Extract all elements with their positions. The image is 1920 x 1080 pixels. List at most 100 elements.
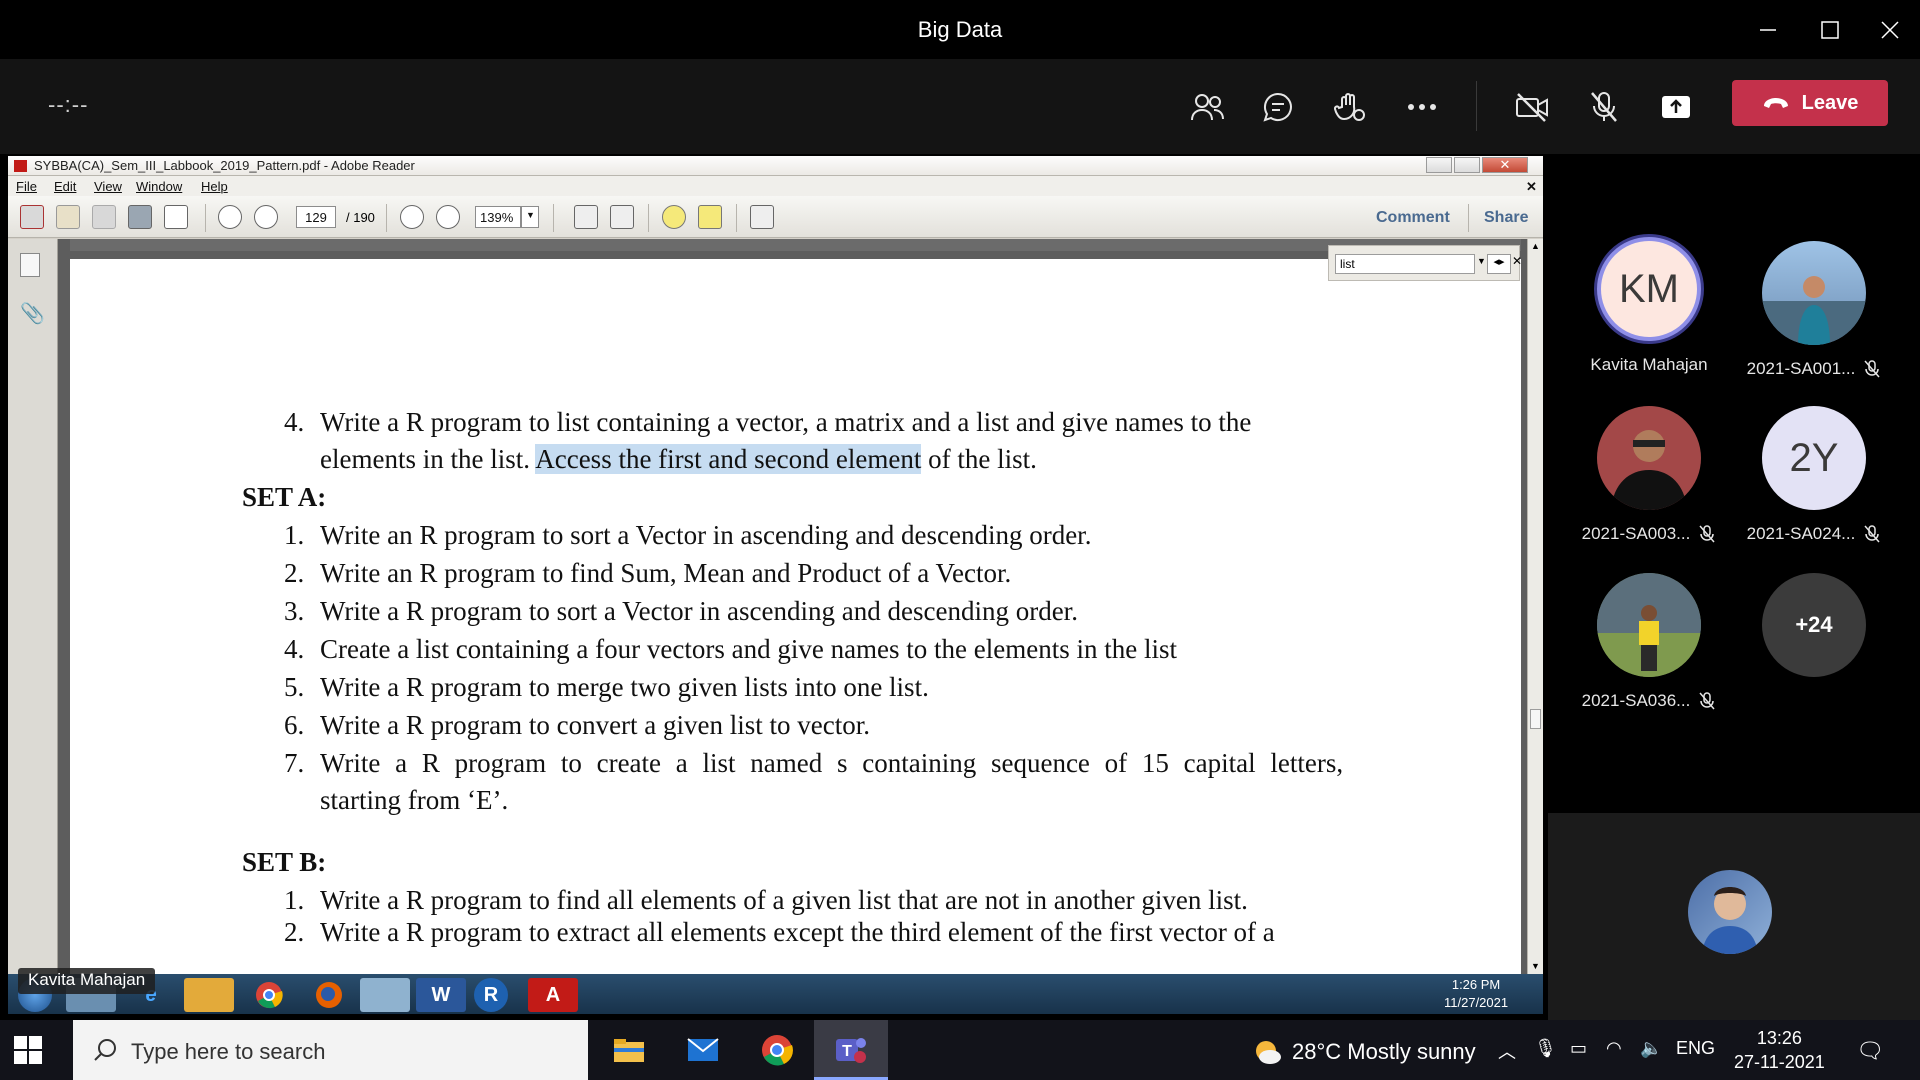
menu-edit[interactable]: Edit xyxy=(54,179,76,194)
scroll-up-icon[interactable]: ▲ xyxy=(1531,241,1540,251)
list-number: 7. xyxy=(284,748,305,778)
notifications-icon[interactable]: 🗨 xyxy=(1856,1038,1884,1064)
doc-close-icon[interactable]: ✕ xyxy=(1526,179,1537,195)
adobe-reader-window: SYBBA(CA)_Sem_III_Labbook_2019_Pattern.p… xyxy=(8,156,1543,974)
wifi-icon[interactable]: ◠ xyxy=(1606,1038,1622,1059)
mic-muted-icon xyxy=(1699,692,1715,710)
show-hidden-icons[interactable]: ︿ xyxy=(1498,1038,1516,1064)
close-icon[interactable] xyxy=(1870,10,1910,50)
participant-tile[interactable]: KM Kavita Mahajan xyxy=(1569,237,1729,375)
highlight-icon[interactable] xyxy=(698,205,722,229)
toolbar-separator xyxy=(648,204,649,232)
list-item: Write a R program to merge two given lis… xyxy=(320,672,929,702)
list-item-continuation: elements in the list. Access the first a… xyxy=(320,444,1037,474)
more-participants-button[interactable]: +24 xyxy=(1734,573,1894,677)
taskbar-clock[interactable]: 13:26 27-11-2021 xyxy=(1734,1026,1825,1074)
menu-window[interactable]: Window xyxy=(136,179,182,194)
section-heading: SET B: xyxy=(242,847,327,877)
share-screen-icon[interactable] xyxy=(1652,83,1700,131)
fit-page-icon[interactable] xyxy=(574,205,598,229)
list-number: 1. xyxy=(284,885,305,915)
chat-icon[interactable] xyxy=(1254,83,1302,131)
zoom-in-icon[interactable] xyxy=(436,205,460,229)
zoom-input[interactable]: 139% xyxy=(475,206,521,228)
file-explorer-icon[interactable] xyxy=(592,1020,666,1080)
list-item: Create a list containing a four vectors … xyxy=(320,634,1177,664)
windows-start-icon[interactable] xyxy=(14,1036,42,1064)
participant-tile[interactable]: 2Y 2021-SA024... xyxy=(1734,406,1894,544)
toolbar-separator xyxy=(205,204,206,232)
fit-width-icon[interactable] xyxy=(610,205,634,229)
remote-notes-icon xyxy=(360,978,410,1012)
more-options-icon[interactable] xyxy=(1398,83,1446,131)
camera-off-icon[interactable] xyxy=(1508,83,1556,131)
menu-view[interactable]: View xyxy=(94,179,122,194)
avatar: KM xyxy=(1597,237,1701,341)
sticky-note-icon[interactable] xyxy=(662,205,686,229)
list-item: Write an R program to find Sum, Mean and… xyxy=(320,558,1012,588)
scroll-down-icon[interactable]: ▼ xyxy=(1531,961,1540,971)
find-dropdown-icon[interactable]: ▼ xyxy=(1477,256,1486,266)
fullscreen-icon[interactable] xyxy=(750,205,774,229)
previous-page-icon[interactable] xyxy=(218,205,242,229)
email-icon[interactable] xyxy=(164,205,188,229)
windows-taskbar: Type here to search T 28°C Mostly sunny … xyxy=(0,1020,1920,1080)
open-icon[interactable] xyxy=(56,205,80,229)
leave-button[interactable]: Leave xyxy=(1732,80,1888,126)
find-prev-next-icon[interactable]: ◂▸ xyxy=(1487,254,1511,274)
weather-text: 28°C Mostly sunny xyxy=(1292,1039,1476,1064)
people-icon[interactable] xyxy=(1183,83,1231,131)
comment-button[interactable]: Comment xyxy=(1376,209,1450,227)
menu-file[interactable]: File xyxy=(16,179,37,194)
next-page-icon[interactable] xyxy=(254,205,278,229)
toolbar-separator xyxy=(386,204,387,232)
zoom-dropdown-icon[interactable]: ▼ xyxy=(521,206,539,228)
reader-close-icon[interactable]: ✕ xyxy=(1482,157,1528,173)
find-input[interactable]: list xyxy=(1335,254,1475,274)
find-close-icon[interactable]: ✕ xyxy=(1512,254,1522,268)
list-item: Write a R program to create a list named… xyxy=(320,748,1344,778)
pages-panel-icon[interactable] xyxy=(20,253,40,277)
volume-icon[interactable]: 🔈 xyxy=(1640,1038,1662,1059)
reader-maximize-icon[interactable] xyxy=(1454,157,1480,173)
mail-icon[interactable] xyxy=(666,1020,740,1080)
participant-tile[interactable]: 2021-SA001... xyxy=(1734,241,1894,379)
raise-hand-icon[interactable] xyxy=(1326,83,1374,131)
taskbar-search-box[interactable]: Type here to search xyxy=(73,1020,588,1080)
reader-menubar: File Edit View Window Help ✕ xyxy=(8,176,1543,196)
menu-help[interactable]: Help xyxy=(201,179,228,194)
vertical-scrollbar[interactable]: ▲ ▼ xyxy=(1527,239,1543,974)
print-icon[interactable] xyxy=(128,205,152,229)
attachments-icon[interactable]: 📎 xyxy=(20,301,45,325)
participant-tile[interactable]: 2021-SA036... xyxy=(1569,573,1729,711)
self-avatar xyxy=(1688,870,1772,954)
save-icon[interactable] xyxy=(92,205,116,229)
create-pdf-icon[interactable] xyxy=(20,205,44,229)
list-number: 4. xyxy=(284,634,305,664)
list-number: 1. xyxy=(284,520,305,550)
reader-titlebar: SYBBA(CA)_Sem_III_Labbook_2019_Pattern.p… xyxy=(8,156,1543,176)
minimize-icon[interactable] xyxy=(1748,10,1788,50)
mic-off-icon[interactable] xyxy=(1580,83,1628,131)
toolbar-divider xyxy=(1476,81,1477,131)
scrollbar-thumb[interactable] xyxy=(1530,709,1541,729)
reader-minimize-icon[interactable] xyxy=(1426,157,1452,173)
remote-r-icon: R xyxy=(474,978,508,1012)
zoom-out-icon[interactable] xyxy=(400,205,424,229)
maximize-icon[interactable] xyxy=(1810,10,1850,50)
microphone-tray-icon[interactable]: 🎙 xyxy=(1534,1038,1557,1059)
teams-icon[interactable]: T xyxy=(814,1020,888,1080)
window-title: Big Data xyxy=(917,17,1003,42)
language-indicator[interactable]: ENG xyxy=(1676,1038,1715,1059)
battery-icon[interactable]: ▭ xyxy=(1570,1038,1587,1059)
list-number: 2. xyxy=(284,917,305,947)
share-button[interactable]: Share xyxy=(1484,209,1528,227)
navigation-pane: 📎 xyxy=(8,239,58,974)
participant-tile[interactable]: 2021-SA003... xyxy=(1569,406,1729,544)
find-toolbar: list ▼ ◂▸ ✕ xyxy=(1328,245,1522,281)
weather-widget[interactable]: 28°C Mostly sunny xyxy=(1252,1037,1476,1067)
page-number-input[interactable]: 129 xyxy=(296,206,336,228)
remote-firefox-icon xyxy=(304,978,354,1012)
chrome-icon[interactable] xyxy=(740,1020,814,1080)
list-number: 3. xyxy=(284,596,305,626)
